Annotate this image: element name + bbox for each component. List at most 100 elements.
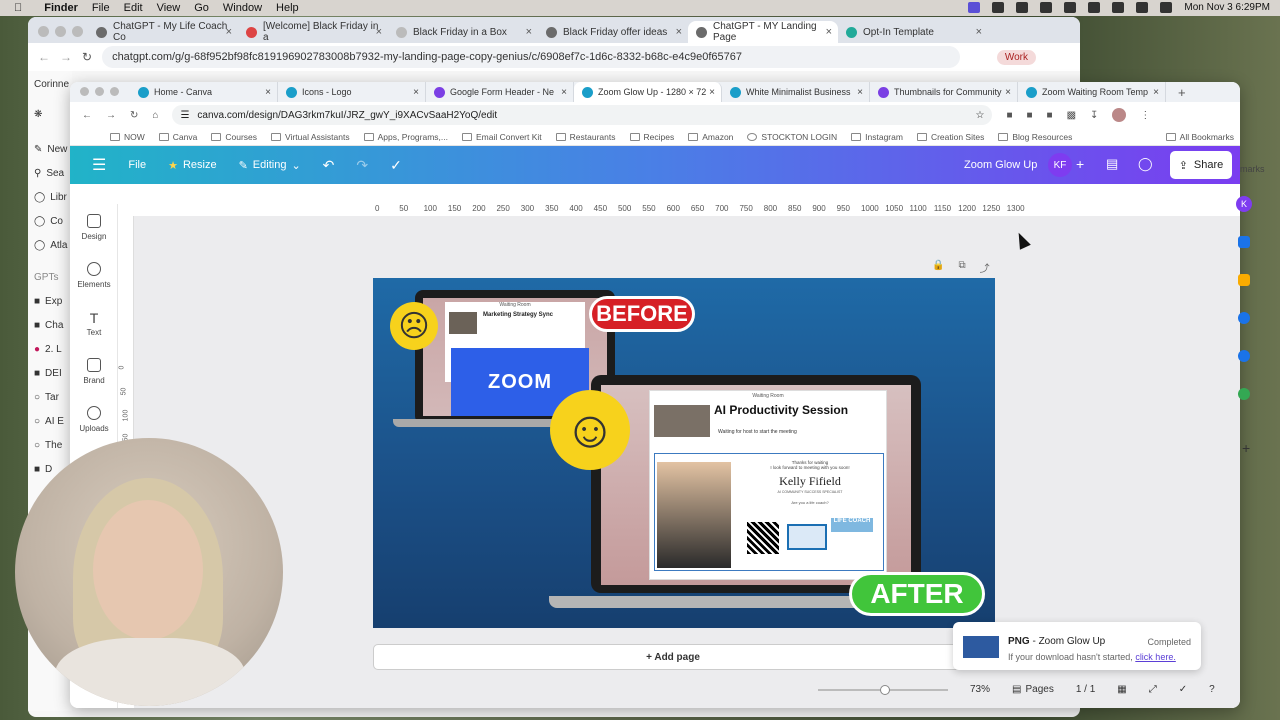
add-page-icon[interactable]: ⤴: [980, 260, 990, 275]
grid-view-icon[interactable]: ▦: [1117, 684, 1126, 695]
gpt-item[interactable]: ● 2. L: [34, 344, 62, 355]
bookmark-folder[interactable]: NOW: [110, 132, 145, 142]
panel-uploads[interactable]: Uploads: [70, 406, 118, 433]
close-icon[interactable]: ×: [226, 26, 232, 38]
back-icon[interactable]: ←: [82, 110, 92, 121]
close-icon[interactable]: ×: [376, 26, 382, 38]
insights-icon[interactable]: ▤: [1106, 156, 1118, 172]
cloud-save-icon[interactable]: ✓: [390, 157, 402, 174]
redo-icon[interactable]: ↷: [356, 157, 368, 174]
forward-icon[interactable]: →: [60, 50, 72, 64]
close-dot[interactable]: [38, 26, 49, 37]
tab-zoom-glow-up[interactable]: Zoom Glow Up - 1280 × 72 ×: [574, 82, 722, 102]
extensions-puzzle-icon[interactable]: ▩: [1067, 110, 1076, 121]
bookmark-folder[interactable]: Amazon: [688, 132, 733, 142]
bookmark-folder[interactable]: Blog Resources: [998, 132, 1072, 142]
bookmark-star-icon[interactable]: ☆: [975, 110, 984, 121]
extension-icon[interactable]: ■: [1006, 110, 1012, 121]
contacts-icon[interactable]: [1238, 350, 1250, 362]
zoom-dot[interactable]: [110, 87, 119, 96]
gpt-item[interactable]: ■ D: [34, 464, 52, 475]
menubar-clock[interactable]: Mon Nov 3 6:29PM: [1184, 2, 1270, 13]
close-icon[interactable]: ×: [1153, 87, 1159, 98]
bookmark-link[interactable]: STOCKTON LOGIN: [747, 132, 837, 142]
sidebar-library[interactable]: ◯ Libr: [34, 192, 67, 203]
lock-icon[interactable]: 🔒: [932, 260, 944, 275]
site-info-icon[interactable]: ☰: [180, 110, 189, 121]
check-icon[interactable]: ✓: [1179, 684, 1187, 695]
close-icon[interactable]: ×: [976, 26, 982, 38]
close-icon[interactable]: ×: [561, 87, 567, 98]
menu-finder[interactable]: Finder: [44, 2, 78, 14]
tab-optin[interactable]: Opt-In Template ×: [838, 21, 988, 43]
openai-logo[interactable]: ❋: [34, 109, 42, 120]
tab-thumbnails[interactable]: Thumbnails for Community ×: [870, 82, 1018, 102]
download-link[interactable]: click here.: [1135, 652, 1176, 662]
new-tab-icon[interactable]: +: [1178, 85, 1186, 100]
app-icon[interactable]: [992, 2, 1005, 13]
zoom-slider[interactable]: [818, 684, 948, 695]
panel-elements[interactable]: Elements: [70, 262, 118, 289]
panel-design[interactable]: Design: [70, 214, 118, 241]
tab-chatgpt-lifecoach[interactable]: ChatGPT - My Life Coach Co ×: [88, 21, 238, 43]
fullscreen-icon[interactable]: ⤢: [1149, 684, 1157, 695]
undo-icon[interactable]: ↶: [323, 157, 335, 174]
bluetooth-icon[interactable]: [1088, 2, 1101, 13]
close-dot[interactable]: [80, 87, 89, 96]
editing-dropdown[interactable]: ✎ Editing ⌄: [239, 159, 301, 172]
tab-icons-logo[interactable]: Icons - Logo ×: [278, 82, 426, 102]
extension-icon[interactable]: ■: [1026, 110, 1032, 121]
reload-icon[interactable]: ↻: [82, 50, 92, 64]
wifi-icon[interactable]: [1136, 2, 1149, 13]
bookmark-folder[interactable]: Instagram: [851, 132, 903, 142]
panel-text[interactable]: T Text: [70, 310, 118, 337]
comment-icon[interactable]: ◯: [1138, 156, 1153, 172]
close-icon[interactable]: ×: [709, 87, 715, 98]
menu-go[interactable]: Go: [194, 2, 209, 14]
url-field[interactable]: chatgpt.com/g/g-68f952bf98fc819196902783…: [102, 46, 960, 68]
avatar[interactable]: KF: [1048, 153, 1072, 177]
sidebar-new-chat[interactable]: ✎ New: [34, 144, 67, 155]
close-icon[interactable]: ×: [526, 26, 532, 38]
pages-button[interactable]: ▤ Pages: [1012, 684, 1054, 695]
maps-icon[interactable]: [1238, 388, 1250, 400]
minimize-dot[interactable]: [55, 26, 66, 37]
gpt-item[interactable]: ■ Exp: [34, 296, 62, 307]
bookmark-folder[interactable]: Courses: [211, 132, 257, 142]
bookmark-folder[interactable]: Apps, Programs,...: [363, 132, 448, 142]
bookmark-folder[interactable]: Virtual Assistants: [271, 132, 350, 142]
add-collaborator-icon[interactable]: +: [1076, 156, 1084, 172]
design-canvas[interactable]: Waiting Room Marketing Strategy Sync ZOO…: [373, 278, 995, 628]
download-icon[interactable]: ↧: [1090, 110, 1098, 121]
screen-record-icon[interactable]: [968, 2, 981, 13]
more-icon[interactable]: ⋮: [1140, 110, 1150, 121]
tab-chatgpt-landing[interactable]: ChatGPT - MY Landing Page ×: [688, 21, 838, 43]
gpt-item[interactable]: ■ DEI: [34, 368, 62, 379]
all-bookmarks[interactable]: All Bookmarks: [1165, 132, 1234, 142]
avatar[interactable]: [1112, 108, 1127, 122]
app-icon[interactable]: [1016, 2, 1029, 13]
design-title[interactable]: Zoom Glow Up: [964, 159, 1037, 171]
forward-icon[interactable]: →: [106, 110, 116, 121]
menu-edit[interactable]: Edit: [124, 2, 143, 14]
tab-white-minimalist[interactable]: White Minimalist Business ×: [722, 82, 870, 102]
gpt-item[interactable]: ■ Cha: [34, 320, 63, 331]
tab-canva-home[interactable]: Home - Canva ×: [130, 82, 278, 102]
extension-icon[interactable]: ■: [1047, 110, 1053, 121]
cloud-icon[interactable]: [1064, 2, 1077, 13]
calendar-icon[interactable]: [1238, 236, 1250, 248]
search-icon[interactable]: [1160, 2, 1173, 13]
file-menu[interactable]: File: [128, 159, 146, 171]
avatar[interactable]: K: [1236, 196, 1252, 212]
keep-icon[interactable]: [1238, 274, 1250, 286]
minimize-dot[interactable]: [95, 87, 104, 96]
menu-help[interactable]: Help: [276, 2, 299, 14]
tab-google-form[interactable]: Google Form Header - Ne ×: [426, 82, 574, 102]
zoom-slider-handle[interactable]: [880, 684, 890, 695]
duplicate-icon[interactable]: ⧉: [958, 260, 965, 275]
close-icon[interactable]: ×: [857, 87, 863, 98]
reload-icon[interactable]: ↻: [130, 110, 138, 121]
close-icon[interactable]: ×: [826, 26, 832, 38]
resize-button[interactable]: ★ Resize: [168, 159, 217, 172]
sidebar-atlas[interactable]: ◯ Atla: [34, 240, 67, 251]
